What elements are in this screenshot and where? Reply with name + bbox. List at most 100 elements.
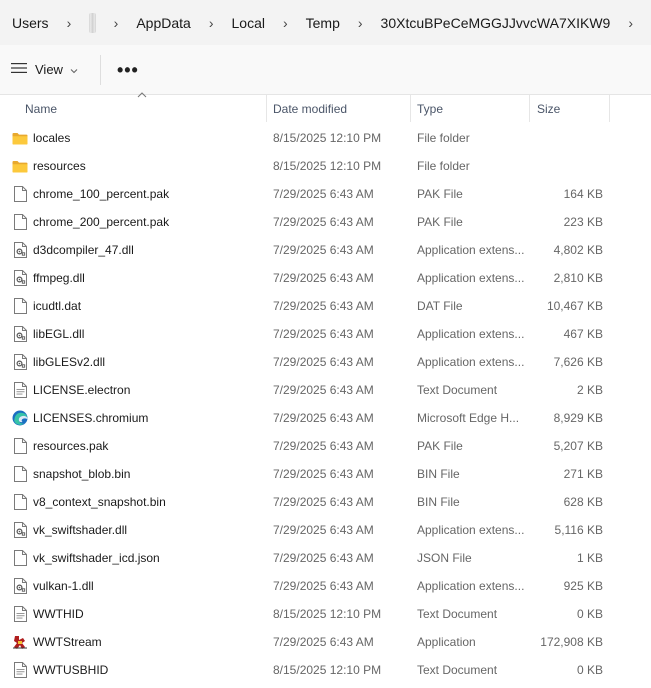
file-name-cell[interactable]: LICENSE.electron <box>12 376 262 404</box>
file-name-cell[interactable]: WWTStream <box>12 628 262 656</box>
file-size: 172,908 KB <box>540 635 603 649</box>
file-name-cell[interactable]: v8_context_snapshot.bin <box>12 488 262 516</box>
file-name-cell[interactable]: resources.pak <box>12 432 262 460</box>
breadcrumb-separator-icon[interactable]: › <box>67 15 72 31</box>
view-list-icon <box>11 62 27 77</box>
file-name-cell[interactable]: vk_swiftshader_icd.json <box>12 544 262 572</box>
file-row[interactable]: WWTUSBHID 8/15/2025 12:10 PM Text Document… <box>0 656 651 684</box>
breadcrumb-item-current-folder[interactable]: 30XtcuBPeCeMGGJJvvcWA7XIKW9 <box>381 15 611 31</box>
file-date-modified: 7/29/2025 6:43 AM <box>273 495 374 509</box>
file-row[interactable]: libEGL.dll 7/29/2025 6:43 AM Application e… <box>0 320 651 348</box>
breadcrumb-separator-icon[interactable]: › <box>209 15 214 31</box>
file-name-cell[interactable]: locales <box>12 124 262 152</box>
view-button[interactable]: View <box>1 54 88 86</box>
column-header-type[interactable]: Type <box>411 95 529 122</box>
column-header-size[interactable]: Size <box>531 95 609 122</box>
file-row[interactable]: vulkan-1.dll 7/29/2025 6:43 AM Application… <box>0 572 651 600</box>
text-file-icon <box>12 382 28 398</box>
file-name-cell[interactable]: d3dcompiler_47.dll <box>12 236 262 264</box>
file-size: 223 KB <box>563 215 603 229</box>
file-row[interactable]: d3dcompiler_47.dll 7/29/2025 6:43 AM Appli… <box>0 236 651 264</box>
column-divider[interactable] <box>609 95 610 122</box>
column-header-date-modified[interactable]: Date modified <box>267 95 410 122</box>
breadcrumb-item-users[interactable]: Users <box>12 15 49 31</box>
file-type: DAT File <box>417 299 463 313</box>
file-type: Application extens... <box>417 243 525 257</box>
file-name-cell[interactable]: chrome_100_percent.pak <box>12 180 262 208</box>
file-icon <box>12 298 28 314</box>
file-date-modified: 8/15/2025 12:10 PM <box>273 607 382 621</box>
breadcrumb-separator-icon[interactable]: › <box>114 15 119 31</box>
file-date-modified: 7/29/2025 6:43 AM <box>273 383 374 397</box>
file-date-modified: 7/29/2025 6:43 AM <box>273 635 374 649</box>
breadcrumb-item-local[interactable]: Local <box>232 15 265 31</box>
command-bar: View ••• <box>0 45 651 95</box>
breadcrumb-separator-icon[interactable]: › <box>358 15 363 31</box>
column-header-name[interactable]: Name <box>19 95 265 122</box>
file-name-cell[interactable]: libGLESv2.dll <box>12 348 262 376</box>
file-size: 164 KB <box>563 187 603 201</box>
file-row[interactable]: resources.pak 7/29/2025 6:43 AM PAK File 5,… <box>0 432 651 460</box>
file-row[interactable]: vk_swiftshader_icd.json 7/29/2025 6:43 AM… <box>0 544 651 572</box>
file-name-cell[interactable]: snapshot_blob.bin <box>12 460 262 488</box>
app-icon <box>12 634 28 650</box>
breadcrumb: Users › › AppData › Local › Temp › 30Xtc… <box>0 0 651 45</box>
breadcrumb-item-username-redacted[interactable] <box>89 12 96 33</box>
file-name-cell[interactable]: LICENSES.chromium <box>12 404 262 432</box>
file-type: Application extens... <box>417 327 525 341</box>
file-type: BIN File <box>417 495 460 509</box>
file-name-cell[interactable]: ffmpeg.dll <box>12 264 262 292</box>
file-row[interactable]: chrome_100_percent.pak 7/29/2025 6:43 AM P… <box>0 180 651 208</box>
file-name-cell[interactable]: vulkan-1.dll <box>12 572 262 600</box>
file-date-modified: 7/29/2025 6:43 AM <box>273 327 374 341</box>
file-name-cell[interactable]: icudtl.dat <box>12 292 262 320</box>
file-size: 5,116 KB <box>554 523 603 537</box>
file-name-cell[interactable]: libEGL.dll <box>12 320 262 348</box>
file-name: resources <box>33 159 86 173</box>
file-name: d3dcompiler_47.dll <box>33 243 134 257</box>
file-name-cell[interactable]: WWTHID <box>12 600 262 628</box>
file-name-cell[interactable]: vk_swiftshader.dll <box>12 516 262 544</box>
file-date-modified: 7/29/2025 6:43 AM <box>273 523 374 537</box>
breadcrumb-separator-icon[interactable]: › <box>628 15 633 31</box>
file-name-cell[interactable]: chrome_200_percent.pak <box>12 208 262 236</box>
file-size <box>533 124 603 152</box>
file-row[interactable]: locales 8/15/2025 12:10 PM File folder <box>0 124 651 152</box>
file-size: 271 KB <box>563 467 603 481</box>
file-type: Text Document <box>417 607 498 621</box>
more-options-button[interactable]: ••• <box>113 61 143 79</box>
file-row[interactable]: chrome_200_percent.pak 7/29/2025 6:43 AM P… <box>0 208 651 236</box>
file-name: chrome_200_percent.pak <box>33 215 170 229</box>
file-name-cell[interactable]: resources <box>12 152 262 180</box>
file-row[interactable]: vk_swiftshader.dll 7/29/2025 6:43 AM Appli… <box>0 516 651 544</box>
file-row[interactable]: snapshot_blob.bin 7/29/2025 6:43 AM BIN Fi… <box>0 460 651 488</box>
file-date-modified: 8/15/2025 12:10 PM <box>273 131 382 145</box>
breadcrumb-separator-icon[interactable]: › <box>283 15 288 31</box>
file-icon <box>12 466 28 482</box>
file-row[interactable]: libGLESv2.dll 7/29/2025 6:43 AM Applicatio… <box>0 348 651 376</box>
file-row[interactable]: WWTStream 7/29/2025 6:43 AM Application 172… <box>0 628 651 656</box>
file-name: vk_swiftshader.dll <box>33 523 128 537</box>
file-row[interactable]: LICENSES.chromium 7/29/2025 6:43 AM Micros… <box>0 404 651 432</box>
file-row[interactable]: ffmpeg.dll 7/29/2025 6:43 AM Application e… <box>0 264 651 292</box>
dll-icon <box>12 354 28 370</box>
file-row[interactable]: WWTHID 8/15/2025 12:10 PM Text Document 0 K… <box>0 600 651 628</box>
column-divider[interactable] <box>529 95 530 122</box>
file-date-modified: 8/15/2025 12:10 PM <box>273 159 382 173</box>
dll-icon <box>12 578 28 594</box>
file-row[interactable]: v8_context_snapshot.bin 7/29/2025 6:43 AM… <box>0 488 651 516</box>
file-name: locales <box>33 131 71 145</box>
text-file-icon <box>12 606 28 622</box>
breadcrumb-item-appdata[interactable]: AppData <box>136 15 190 31</box>
file-icon <box>12 186 28 202</box>
file-name-cell[interactable]: WWTUSBHID <box>12 656 262 684</box>
breadcrumb-item-temp[interactable]: Temp <box>306 15 340 31</box>
file-row[interactable]: resources 8/15/2025 12:10 PM File folder <box>0 152 651 180</box>
file-type: Application extens... <box>417 579 525 593</box>
file-type: Microsoft Edge H... <box>417 411 520 425</box>
file-name: WWTStream <box>33 635 102 649</box>
file-row[interactable]: icudtl.dat 7/29/2025 6:43 AM DAT File 10,46… <box>0 292 651 320</box>
file-type: PAK File <box>417 439 463 453</box>
file-row[interactable]: LICENSE.electron 7/29/2025 6:43 AM Text Do… <box>0 376 651 404</box>
file-type: PAK File <box>417 215 463 229</box>
